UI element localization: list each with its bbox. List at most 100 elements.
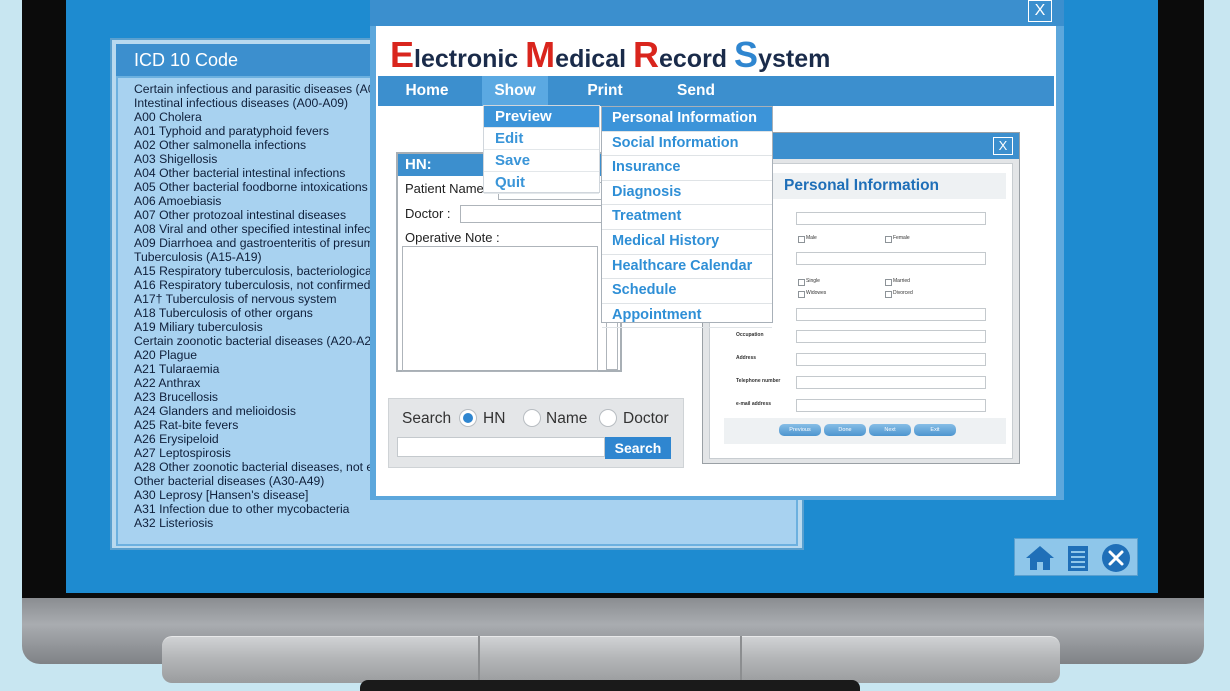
- radio-doctor-label: Doctor: [623, 410, 669, 427]
- submenu-diagnosis[interactable]: Diagnosis: [602, 181, 772, 206]
- icd-list-item[interactable]: A18 Tuberculosis of other organs: [134, 306, 387, 320]
- doctor-field[interactable]: [460, 205, 618, 223]
- submenu-social-information[interactable]: Social Information: [602, 132, 772, 157]
- done-button[interactable]: Done: [824, 424, 866, 436]
- submenu-schedule[interactable]: Schedule: [602, 279, 772, 304]
- title-word: ecord: [659, 45, 728, 73]
- icd-list-item[interactable]: A16 Respiratory tuberculosis, not confir…: [134, 278, 387, 292]
- submenu-healthcare-calendar[interactable]: Healthcare Calendar: [602, 255, 772, 280]
- icd-list-item[interactable]: A23 Brucellosis: [134, 390, 387, 404]
- icd-list-item[interactable]: A01 Typhoid and paratyphoid fevers: [134, 124, 387, 138]
- icd-list-item[interactable]: A09 Diarrhoea and gastroenteritis of pre…: [134, 236, 387, 250]
- email-field[interactable]: [796, 399, 986, 412]
- personal-info-close-button[interactable]: X: [993, 137, 1013, 155]
- exit-button[interactable]: Exit: [914, 424, 956, 436]
- address-label: Address: [736, 355, 757, 361]
- title-word: ystem: [758, 45, 831, 73]
- icd-list-item[interactable]: A02 Other salmonella infections: [134, 138, 387, 152]
- show-dropdown: Preview Edit Save Quit: [484, 106, 599, 194]
- home-icon[interactable]: [1025, 543, 1055, 573]
- icd-list-item[interactable]: A15 Respiratory tuberculosis, bacteriolo…: [134, 264, 387, 278]
- title-word: lectronic: [414, 45, 519, 73]
- icd-list-item[interactable]: A25 Rat-bite fevers: [134, 418, 387, 432]
- submenu-treatment[interactable]: Treatment: [602, 205, 772, 230]
- search-button[interactable]: Search: [605, 437, 671, 459]
- icd-list-item[interactable]: A08 Viral and other specified intestinal…: [134, 222, 387, 236]
- title-cap: M: [525, 34, 556, 75]
- icd-list-item[interactable]: A32 Listeriosis: [134, 516, 387, 530]
- icd-list-item[interactable]: A27 Leptospirosis: [134, 446, 387, 460]
- radio-doctor[interactable]: [599, 409, 617, 427]
- icd-list-item[interactable]: A26 Erysipeloid: [134, 432, 387, 446]
- icd-list-item[interactable]: A19 Miliary tuberculosis: [134, 320, 387, 334]
- submenu-insurance[interactable]: Insurance: [602, 156, 772, 181]
- submenu-personal-information[interactable]: Personal Information: [602, 107, 772, 132]
- icd-list-item[interactable]: A24 Glanders and melioidosis: [134, 404, 387, 418]
- emr-close-button[interactable]: X: [1028, 0, 1052, 22]
- search-input[interactable]: [397, 437, 605, 457]
- previous-button[interactable]: Previous: [779, 424, 821, 436]
- close-icon[interactable]: [1101, 543, 1131, 573]
- icd-list-item[interactable]: A00 Cholera: [134, 110, 387, 124]
- address-field[interactable]: [796, 353, 986, 366]
- icd-list-item[interactable]: A22 Anthrax: [134, 376, 387, 390]
- divorced-label: Divorced: [893, 290, 913, 296]
- widowed-checkbox[interactable]: [798, 291, 805, 298]
- menu-home[interactable]: Home: [382, 76, 472, 106]
- menu-item-quit[interactable]: Quit: [484, 172, 599, 194]
- form-field[interactable]: [796, 308, 986, 321]
- icd-list-item[interactable]: A30 Leprosy [Hansen's disease]: [134, 488, 387, 502]
- icd-list-item[interactable]: Intestinal infectious diseases (A00-A09): [134, 96, 387, 110]
- search-panel: Search HN Name Doctor Search: [388, 398, 684, 468]
- single-checkbox[interactable]: [798, 279, 805, 286]
- doctor-label: Doctor :: [405, 206, 451, 221]
- menu-show[interactable]: Show: [482, 76, 548, 106]
- submenu-medical-history[interactable]: Medical History: [602, 230, 772, 255]
- female-checkbox[interactable]: [885, 236, 892, 243]
- icd-list-item[interactable]: Certain zoonotic bacterial diseases (A20…: [134, 334, 387, 348]
- occupation-label: Occupation: [736, 332, 764, 338]
- radio-name[interactable]: [523, 409, 541, 427]
- icd-list-item[interactable]: A05 Other bacterial foodborne intoxicati…: [134, 180, 387, 194]
- married-label: Married: [893, 278, 910, 284]
- submenu-appointment[interactable]: Appointment: [602, 304, 772, 329]
- telephone-label: Telephone number: [736, 378, 781, 384]
- icd-list-item[interactable]: Certain infectious and parasitic disease…: [134, 82, 387, 96]
- icd-list-item[interactable]: Tuberculosis (A15-A19): [134, 250, 387, 264]
- menu-print[interactable]: Print: [570, 76, 640, 106]
- icd-list-item[interactable]: A06 Amoebiasis: [134, 194, 387, 208]
- icd-list-item[interactable]: A04 Other bacterial intestinal infection…: [134, 166, 387, 180]
- icd-list-item[interactable]: A17† Tuberculosis of nervous system: [134, 292, 387, 306]
- icd-list-item[interactable]: A28 Other zoonotic bacterial diseases, n…: [134, 460, 387, 474]
- operative-note-textarea[interactable]: [402, 246, 598, 372]
- stand-divider: [478, 636, 480, 682]
- icd-list-item[interactable]: A07 Other protozoal intestinal diseases: [134, 208, 387, 222]
- radio-hn[interactable]: [459, 409, 477, 427]
- menu-item-save[interactable]: Save: [484, 150, 599, 172]
- stand-divider: [740, 636, 742, 682]
- patient-name-label: Patient Name: [405, 181, 484, 196]
- menu-send[interactable]: Send: [660, 76, 732, 106]
- menu-item-preview[interactable]: Preview: [484, 106, 599, 128]
- icd-list-item[interactable]: A03 Shigellosis: [134, 152, 387, 166]
- menu-item-edit[interactable]: Edit: [484, 128, 599, 150]
- male-checkbox[interactable]: [798, 236, 805, 243]
- divorced-checkbox[interactable]: [885, 291, 892, 298]
- icd-list-item[interactable]: A31 Infection due to other mycobacteria: [134, 502, 387, 516]
- document-icon[interactable]: [1063, 543, 1093, 573]
- menu-bar: Home Show Print Send: [378, 76, 1054, 106]
- married-checkbox[interactable]: [885, 279, 892, 286]
- title-cap: S: [734, 34, 759, 75]
- occupation-field[interactable]: [796, 330, 986, 343]
- icd-list-item[interactable]: A21 Tularaemia: [134, 362, 387, 376]
- next-button[interactable]: Next: [869, 424, 911, 436]
- title-cap: R: [633, 34, 659, 75]
- form-button-bar: Previous Done Next Exit: [724, 418, 1006, 444]
- form-field[interactable]: [796, 252, 986, 265]
- radio-name-label: Name: [546, 410, 588, 427]
- icd-list-item[interactable]: Other bacterial diseases (A30-A49): [134, 474, 387, 488]
- telephone-field[interactable]: [796, 376, 986, 389]
- screen: ICD 10 Code Certain infectious and paras…: [66, 0, 1158, 593]
- form-field[interactable]: [796, 212, 986, 225]
- icd-list-item[interactable]: A20 Plague: [134, 348, 387, 362]
